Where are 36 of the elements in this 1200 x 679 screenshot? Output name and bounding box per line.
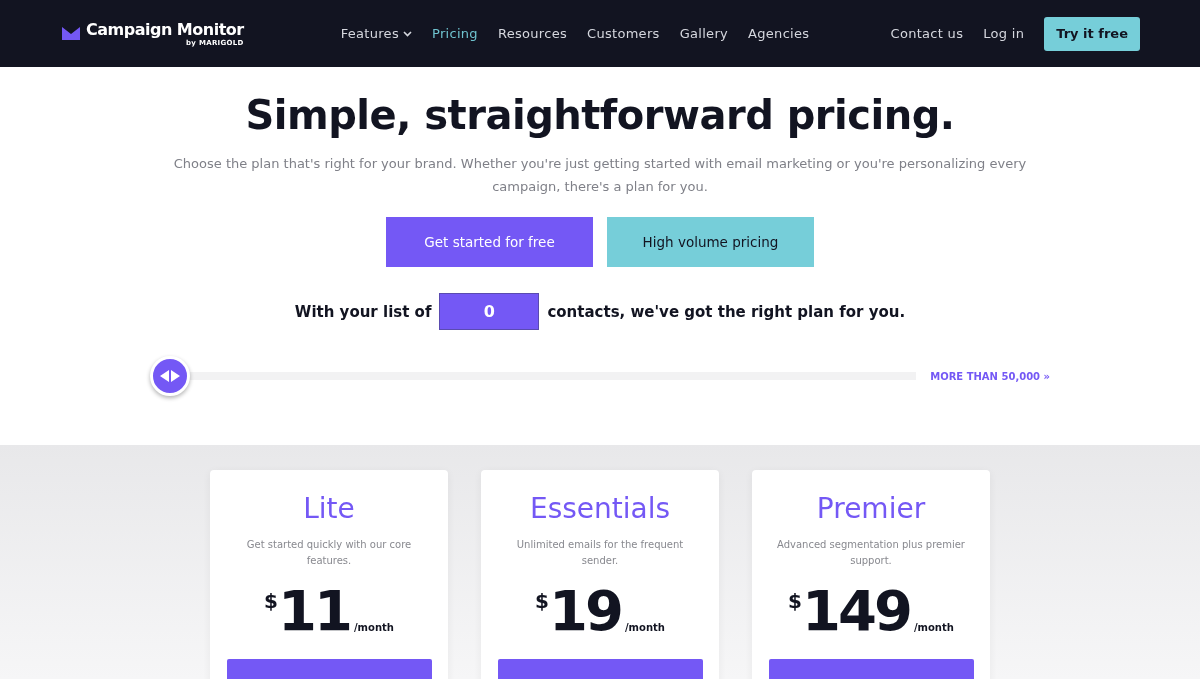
contacts-label: With your list of bbox=[294, 302, 432, 321]
currency-symbol: $ bbox=[264, 589, 278, 613]
plan-description: Unlimited emails for the frequent sender. bbox=[515, 538, 685, 568]
try-free-button[interactable]: Try it free bbox=[1044, 16, 1140, 51]
plan-description: Advanced segmentation plus premier support. bbox=[776, 538, 966, 568]
header-link[interactable]: Log in bbox=[983, 26, 1025, 41]
plan-price: 149 bbox=[802, 583, 910, 639]
plan-description: Get started quickly with our core features. bbox=[245, 538, 413, 568]
nav-link[interactable]: Resources bbox=[497, 26, 567, 41]
nav-link[interactable]: Features bbox=[340, 26, 412, 41]
page-title: Simple, straightforward pricing. bbox=[245, 92, 955, 138]
plan-price: 11 bbox=[278, 583, 350, 639]
nav-link[interactable]: Pricing bbox=[432, 26, 478, 41]
plan-price: 19 bbox=[549, 583, 621, 639]
contacts-field[interactable]: 0 bbox=[439, 293, 540, 330]
get-started-button[interactable]: Get started for free bbox=[386, 217, 593, 267]
plan-name: Premier bbox=[816, 492, 926, 525]
plan-name: Essentials bbox=[529, 492, 671, 525]
price-period: /month bbox=[913, 622, 954, 633]
slider-thumb[interactable] bbox=[150, 356, 190, 396]
left-right-arrows-icon bbox=[160, 370, 180, 382]
header-link[interactable]: Contact us bbox=[890, 26, 964, 41]
price-period: /month bbox=[624, 622, 665, 633]
more-contacts-link[interactable]: MORE THAN 50,000 » bbox=[930, 370, 1050, 382]
plan-name: Lite bbox=[303, 492, 355, 525]
page-subtitle: Choose the plan that's right for your brand. Whether you're just getting started with email marketing or you're personalizing every campaign, there's a plan for you. bbox=[172, 155, 1028, 196]
currency-symbol: $ bbox=[535, 589, 549, 613]
logo-name: Campaign Monitor bbox=[86, 20, 244, 39]
high-volume-button[interactable]: High volume pricing bbox=[607, 217, 814, 267]
currency-symbol: $ bbox=[788, 589, 802, 613]
price-period: /month bbox=[353, 622, 394, 633]
contacts-label: contacts, we've got the right plan for you. bbox=[547, 302, 906, 321]
nav-link[interactable]: Gallery bbox=[679, 26, 729, 41]
nav-link[interactable]: Agencies bbox=[748, 26, 810, 41]
envelope-icon bbox=[62, 27, 80, 40]
nav-link[interactable]: Customers bbox=[587, 26, 660, 41]
